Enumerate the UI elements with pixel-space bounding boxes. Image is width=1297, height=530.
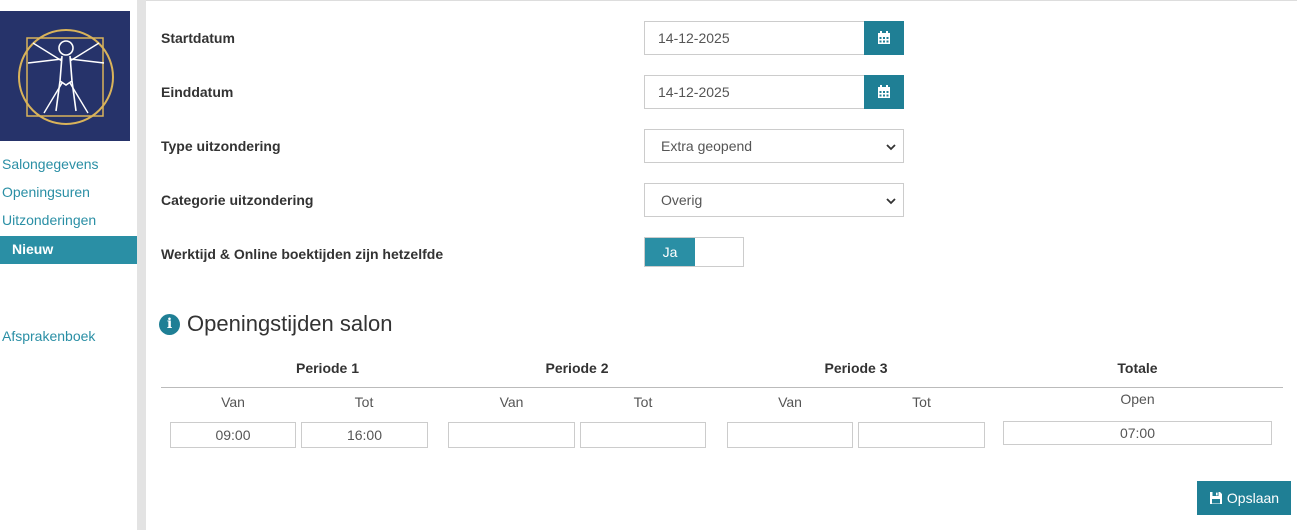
sidebar-divider — [137, 0, 146, 530]
chevron-down-icon — [886, 198, 896, 205]
p2-van-input[interactable] — [448, 422, 575, 448]
vitruvian-man-logo — [18, 29, 114, 125]
calendar-icon — [878, 31, 890, 44]
p3-van-label: Van — [778, 394, 802, 410]
totale-header: Totale — [1117, 360, 1158, 376]
categorie-uitzondering-select[interactable]: Overig — [644, 183, 904, 217]
p2-van-label: Van — [499, 394, 524, 410]
save-button-label: Opslaan — [1226, 490, 1280, 506]
categorie-uitzondering-value: Overig — [661, 192, 703, 208]
einddatum-calendar-button[interactable] — [864, 75, 904, 109]
periode-2-header: Periode 2 — [545, 360, 609, 376]
p1-van-label: Van — [221, 394, 245, 410]
werktijd-toggle[interactable]: Ja — [644, 237, 744, 267]
werktijd-toggle-on: Ja — [645, 238, 695, 266]
p1-tot-input[interactable]: 16:00 — [301, 422, 428, 448]
type-uitzondering-label: Type uitzondering — [161, 138, 281, 154]
periode-3-header: Periode 3 — [824, 360, 888, 376]
categorie-uitzondering-label: Categorie uitzondering — [161, 192, 314, 208]
p3-tot-label: Tot — [912, 394, 931, 410]
floppy-disk-icon — [1209, 492, 1222, 504]
p1-van-input[interactable]: 09:00 — [170, 422, 296, 448]
sidebar-item-afsprakenboek[interactable]: Afsprakenboek — [2, 328, 95, 344]
openingstijden-header: i Openingstijden salon — [159, 311, 392, 337]
section-title: Openingstijden salon — [187, 311, 393, 336]
total-open-value: 07:00 — [1003, 421, 1272, 445]
type-uitzondering-select[interactable]: Extra geopend — [644, 129, 904, 163]
table-divider — [161, 387, 1283, 388]
p1-tot-label: Tot — [354, 394, 374, 410]
einddatum-input[interactable]: 14-12-2025 — [644, 75, 865, 109]
info-icon: i — [159, 313, 180, 335]
open-label: Open — [1120, 391, 1155, 407]
p3-van-input[interactable] — [727, 422, 853, 448]
salon-logo — [0, 11, 130, 141]
type-uitzondering-value: Extra geopend — [661, 138, 753, 154]
sidebar-item-salongegevens[interactable]: Salongegevens — [2, 156, 99, 172]
einddatum-label: Einddatum — [161, 84, 234, 100]
startdatum-input[interactable]: 14-12-2025 — [644, 21, 865, 55]
p3-tot-input[interactable] — [858, 422, 985, 448]
calendar-icon — [878, 85, 890, 98]
save-button[interactable]: Opslaan — [1197, 481, 1291, 515]
main-content: Startdatum 14-12-2025 Einddatum 14-12-20… — [146, 0, 1297, 530]
sidebar-item-openingsuren[interactable]: Openingsuren — [2, 184, 90, 200]
startdatum-calendar-button[interactable] — [864, 21, 904, 55]
p2-tot-label: Tot — [633, 394, 653, 410]
sidebar: Salongegevens Openingsuren Uitzonderinge… — [0, 0, 137, 530]
sidebar-item-uitzonderingen[interactable]: Uitzonderingen — [2, 212, 96, 228]
p2-tot-input[interactable] — [580, 422, 706, 448]
sidebar-item-nieuw[interactable]: Nieuw — [0, 236, 137, 264]
startdatum-label: Startdatum — [161, 30, 235, 46]
werktijd-label: Werktijd & Online boektijden zijn hetzel… — [161, 246, 444, 262]
chevron-down-icon — [886, 144, 896, 151]
